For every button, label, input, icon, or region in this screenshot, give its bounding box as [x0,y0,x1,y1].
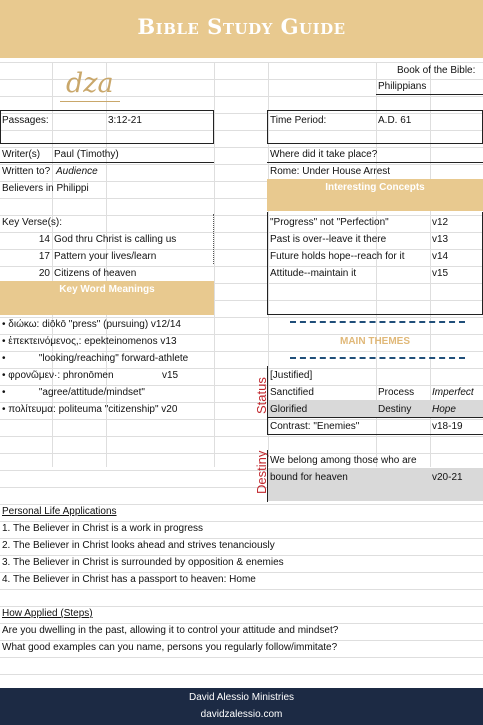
footer-name: David Alessio Ministries [188,692,295,703]
concept-text: Attitude--maintain it [270,268,357,279]
where-divider [267,162,483,163]
writer-value: Paul (Timothy) [54,149,119,160]
audience-value: Believers in Philippi [2,183,89,194]
sanctified-text: Sanctified [270,387,314,398]
contrast-ref: v18-19 [432,421,463,432]
verse-number: 20 [38,268,50,279]
imperfect-text: Imperfect [432,387,474,398]
belong-text-2: bound for heaven [270,472,348,483]
audience-label: Audience [56,166,98,177]
where-label: Where did it take place? [270,149,378,160]
application-item: 2. The Believer in Christ looks ahead an… [2,540,275,551]
verse-text: God thru Christ is calling us [54,234,177,245]
writer-label: Writer(s) [2,149,41,160]
verse-text: Pattern your lives/learn [54,251,157,262]
page-title: Bible Study Guide [137,14,346,39]
where-value: Rome: Under House Arrest [270,166,391,177]
how-applied-item: Are you dwelling in the past, allowing i… [2,625,339,636]
book-label: Book of the Bible: [397,65,476,76]
key-word-meanings-header: Key Word Meanings [0,281,214,315]
keyword-row: • φρονῶμεν·: phronōmen [2,370,114,381]
main-themes-divider [290,321,465,323]
glorified-text: Glorified [270,404,308,415]
concept-ref: v15 [432,268,449,279]
main-themes-divider [290,357,465,359]
book-underline [376,94,483,95]
verse-number: 14 [38,234,50,245]
keyword-row: • πολίτευμα: politeuma "citizenship" v20 [2,404,178,415]
keyword-row: • "agree/attitude/mindset" [2,387,145,398]
time-period-value: A.D. 61 [378,115,412,126]
concept-ref: v14 [432,251,449,262]
logo-underline [60,101,120,102]
justified-text: [Justified] [270,370,313,381]
how-applied-title: How Applied (Steps) [2,608,93,619]
passages-label: Passages: [2,115,49,126]
application-item: 4. The Believer in Christ has a passport… [2,574,256,585]
keyword-ref: v15 [162,370,179,381]
interesting-concepts-header: Interesting Concepts [267,179,483,211]
writer-divider [0,162,214,163]
footer-url[interactable]: davidzalessio.com [0,709,483,720]
passages-value: 3:12-21 [108,115,142,126]
destiny-text: Destiny [378,404,412,415]
concept-ref: v13 [432,234,449,245]
applications-title: Personal Life Applications [2,506,117,517]
written-to-label: Written to? [2,166,51,177]
time-period-label: Time Period: [270,115,327,126]
how-applied-item: What good examples can you name, persons… [2,642,338,653]
application-item: 1. The Believer in Christ is a work in p… [2,523,204,534]
key-verses-dotted-border [213,214,214,264]
contrast-bottom-border [267,434,483,435]
keyword-row: • "looking/reaching" forward-athlete [2,353,189,364]
main-themes-title: MAIN THEMES [340,336,410,347]
verse-text: Citizens of heaven [54,268,137,279]
grid-column-line [214,62,215,467]
verse-number: 17 [38,251,50,262]
belong-ref: v20-21 [432,472,463,483]
contrast-top-border [267,417,483,418]
concept-ref: v12 [432,217,449,228]
book-value: Philippians [378,81,427,92]
dza-logo: dza [66,68,114,99]
belong-text-1: We belong among those who are [270,455,417,466]
concept-text: "Progress" not "Perfection" [270,217,389,228]
concept-text: Future holds hope--reach for it [270,251,405,262]
keyword-row: • διώκω: diōkō "press" (pursuing) v12/14 [2,319,181,330]
concept-text: Past is over--leave it there [270,234,387,245]
key-verses-label: Key Verse(s): [2,217,63,228]
application-item: 3. The Believer in Christ is surrounded … [2,557,284,568]
hope-text: Hope [432,404,456,415]
keyword-row: • ἐπεκτεινόμενος,: epekteinomenos v13 [2,336,177,347]
contrast-text: Contrast: "Enemies" [270,421,360,432]
process-text: Process [378,387,415,398]
